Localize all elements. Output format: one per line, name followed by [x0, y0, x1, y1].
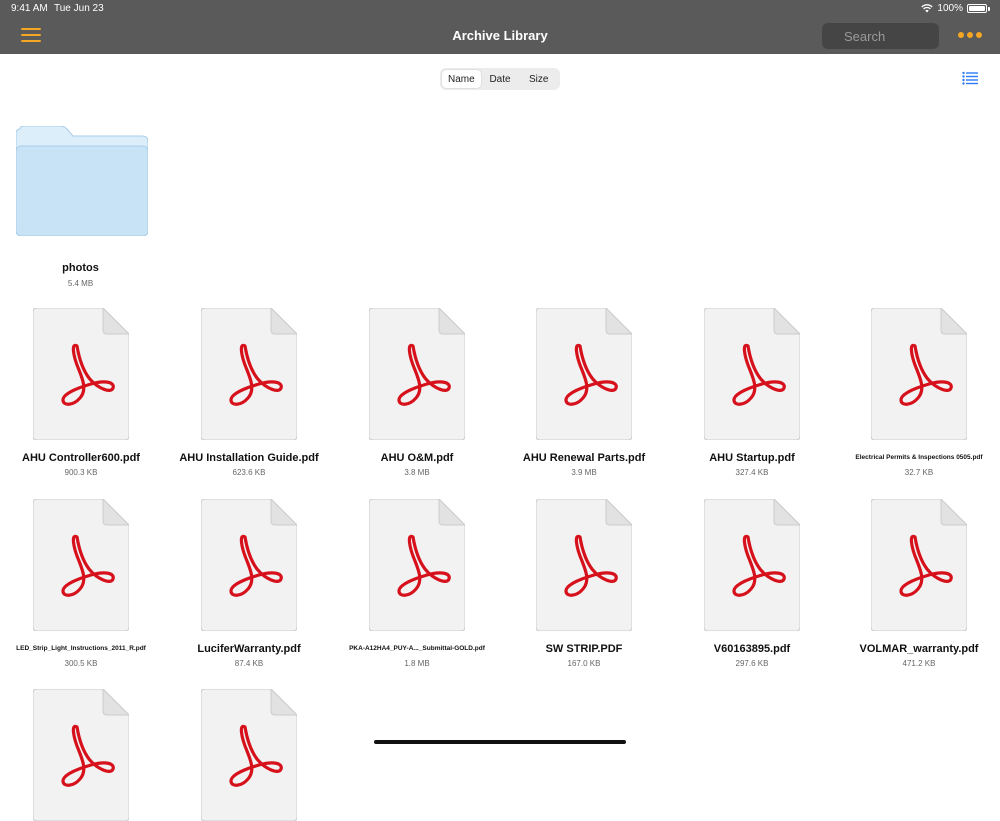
file-size: 87.4 KB [234, 659, 264, 668]
file-size: 1.8 MB [404, 659, 430, 668]
pdf-icon[interactable] [871, 308, 967, 440]
battery-icon [967, 4, 987, 13]
pdf-icon[interactable] [871, 499, 967, 631]
pdf-icon[interactable] [201, 499, 297, 631]
pdf-icon[interactable] [33, 308, 129, 440]
file-name: LED_Strip_Light_Instructions_2011_R.pdf [16, 645, 146, 652]
pdf-icon[interactable] [536, 308, 632, 440]
file-size: 297.6 KB [735, 659, 769, 668]
file-name: AHU Startup.pdf [709, 452, 795, 464]
pdf-icon[interactable] [33, 689, 129, 821]
file-name: AHU Installation Guide.pdf [179, 452, 319, 464]
pdf-icon[interactable] [201, 689, 297, 821]
dot-icon [976, 32, 982, 38]
hamburger-menu-button[interactable] [21, 28, 41, 44]
more-options-button[interactable] [958, 32, 982, 38]
folder-size: 5.4 MB [67, 279, 94, 288]
file-name: AHU Renewal Parts.pdf [522, 452, 646, 464]
home-indicator [374, 740, 626, 744]
pdf-icon[interactable] [536, 499, 632, 631]
folder-name: photos [62, 262, 99, 274]
battery-percent: 100% [937, 3, 963, 14]
file-size: 623.6 KB [232, 468, 266, 477]
pdf-icon[interactable] [704, 308, 800, 440]
file-name: VOLMAR_warranty.pdf [859, 643, 979, 655]
menu-line-icon [21, 34, 41, 36]
file-name: PKA-A12HA4_PUY-A..._Submittal-GOLD.pdf [349, 645, 485, 652]
pdf-icon[interactable] [369, 499, 465, 631]
file-name: V60163895.pdf [713, 643, 791, 655]
file-size: 300.5 KB [64, 659, 98, 668]
nav-bar: Archive Library [0, 18, 1000, 54]
status-time: 9:41 AM [11, 3, 48, 14]
battery-tip [988, 6, 990, 11]
sort-size-option[interactable]: Size [519, 70, 558, 88]
dot-icon [967, 32, 973, 38]
pdf-icon[interactable] [704, 499, 800, 631]
pdf-icon[interactable] [201, 308, 297, 440]
file-size: 900.3 KB [64, 468, 98, 477]
menu-line-icon [21, 28, 41, 30]
folder-icon[interactable] [16, 126, 148, 236]
file-name: SW STRIP.PDF [545, 643, 623, 655]
status-bar: 9:41 AM Tue Jun 23 100% [0, 0, 1000, 18]
dot-icon [958, 32, 964, 38]
file-size: 3.9 MB [571, 468, 597, 477]
menu-line-icon [21, 40, 41, 42]
file-size: 32.7 KB [904, 468, 934, 477]
status-date: Tue Jun 23 [54, 3, 104, 14]
pdf-icon[interactable] [33, 499, 129, 631]
file-name: AHU Controller600.pdf [22, 452, 140, 464]
file-size: 167.0 KB [567, 659, 601, 668]
wifi-icon [921, 4, 934, 13]
status-right: 100% [921, 3, 990, 14]
file-name: Electrical Permits & Inspections 0505.pd… [855, 454, 983, 461]
file-name: LuciferWarranty.pdf [197, 643, 301, 655]
sort-name-option[interactable]: Name [442, 70, 481, 88]
file-size: 3.8 MB [404, 468, 430, 477]
list-view-icon[interactable] [962, 71, 978, 85]
pdf-icon[interactable] [369, 308, 465, 440]
file-name: AHU O&M.pdf [380, 452, 454, 464]
file-size: 327.4 KB [735, 468, 769, 477]
search-input[interactable] [822, 23, 939, 49]
sort-segmented-control: Name Date Size [440, 68, 560, 90]
sort-date-option[interactable]: Date [481, 70, 520, 88]
file-size: 471.2 KB [902, 659, 936, 668]
